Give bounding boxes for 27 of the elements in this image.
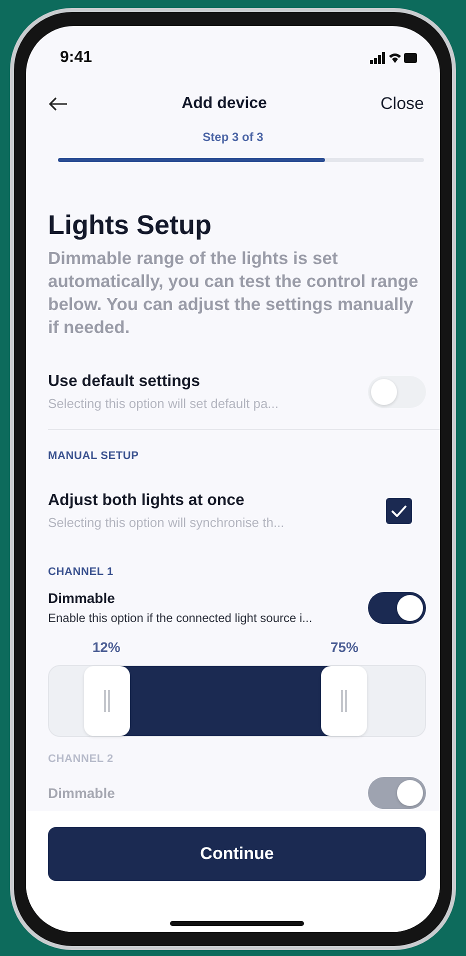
continue-button[interactable]: Continue (48, 827, 426, 881)
status-time: 9:41 (60, 49, 92, 67)
option-hint: Selecting this option will synchronise th... (48, 515, 284, 530)
status-icons (370, 52, 418, 64)
back-button[interactable] (48, 97, 68, 111)
toggle-switch[interactable] (368, 376, 426, 408)
channel-heading: CHANNEL 1 (48, 566, 114, 578)
option-hint: Enable this option if the connected light source i... (48, 611, 312, 625)
option-hint: Selecting this option will set default pa... (48, 396, 279, 411)
channel-heading: CHANNEL 2 (48, 753, 114, 765)
toggle-switch[interactable] (368, 592, 426, 624)
option-label: Dimmable (48, 785, 115, 801)
step-label: Step 3 of 3 (202, 130, 264, 144)
range-low-value: 12% (92, 639, 120, 655)
section-heading: MANUAL SETUP (48, 450, 140, 462)
slider-handle[interactable] (321, 666, 367, 736)
section-title: Lights Setup (48, 210, 212, 241)
checkmark-icon (391, 505, 407, 517)
close-button[interactable]: Close (380, 94, 424, 114)
range-high-value: 75% (330, 639, 359, 655)
description-text: Dimmable range of the lights is set automatically, you can test the control range below. You can adjust the settings manually if needed. (48, 247, 420, 339)
option-label: Adjust both lights at once (48, 492, 246, 510)
option-label: Use default settings (48, 373, 202, 391)
slider-handle[interactable] (84, 666, 130, 736)
checkbox[interactable] (386, 498, 412, 524)
option-label: Dimmable (48, 590, 116, 606)
page-title: Add device (182, 95, 267, 113)
